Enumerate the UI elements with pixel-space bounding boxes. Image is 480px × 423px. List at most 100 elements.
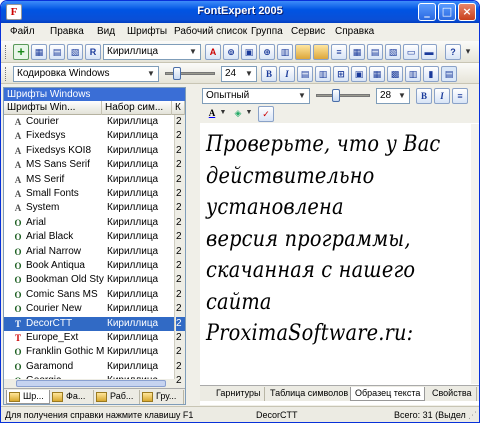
title-bar[interactable]: F FontExpert 2005 _ □ × [1, 1, 479, 23]
chevron-down-icon[interactable]: ▼ [145, 68, 157, 80]
chevron-down-icon[interactable]: ▼ [187, 46, 199, 58]
export-icon[interactable]: ▬ [421, 44, 437, 60]
column-header-charset[interactable]: Набор сим... [102, 101, 172, 115]
menu-service[interactable]: Сервис [291, 26, 325, 37]
cells-icon[interactable]: ▩ [387, 66, 403, 82]
preview-align-icon[interactable]: ≡ [452, 88, 468, 104]
install-icon[interactable]: ▥ [277, 44, 293, 60]
font-name: Book Antiqua [26, 260, 85, 271]
chart-icon[interactable]: ▮ [423, 66, 439, 82]
tab-text-sample[interactable]: Образец текста [350, 387, 426, 401]
font-list-row[interactable]: A MS Sans Serif Кириллица [4, 158, 174, 172]
preview-bold-icon[interactable]: B [416, 88, 432, 104]
grid-icon[interactable]: ▦ [369, 66, 385, 82]
font-info-icon[interactable]: ▣ [241, 44, 257, 60]
sample-style-select[interactable]: Опытный ▼ [202, 88, 310, 104]
minimize-button[interactable]: _ [418, 3, 436, 21]
menu-fonts[interactable]: Шрифты [127, 26, 167, 37]
font-list-row[interactable]: O Comic Sans MS Кириллица [4, 288, 174, 302]
tab-worklist[interactable]: Раб... [94, 390, 140, 404]
toolbar-overflow-icon[interactable]: ▾ [462, 44, 474, 60]
pages-icon[interactable]: ▤ [441, 66, 457, 82]
resize-grip-icon[interactable]: ⋰ [468, 410, 476, 421]
close-button[interactable]: × [458, 3, 476, 21]
italic-icon[interactable]: I [279, 66, 295, 82]
toolbar-grip[interactable] [5, 67, 8, 81]
preview-icon[interactable]: ▤ [49, 44, 65, 60]
pane-splitter[interactable] [187, 87, 199, 405]
list-icon[interactable]: ≡ [331, 44, 347, 60]
maximize-button[interactable]: □ [438, 3, 456, 21]
check-icon[interactable]: ✓ [258, 106, 274, 122]
folder-icon[interactable] [295, 44, 311, 60]
preview-size-slider-track[interactable] [316, 94, 370, 97]
tab-glyphs[interactable]: Гарнитуры [212, 387, 266, 401]
menu-file[interactable]: Файл [10, 26, 35, 37]
font-list-row[interactable]: A Small Fonts Кириллица [4, 187, 174, 201]
character-map-icon[interactable]: ⊚ [223, 44, 239, 60]
details-view-icon[interactable]: ▧ [385, 44, 401, 60]
chevron-down-icon[interactable]: ▼ [218, 106, 228, 122]
chevron-down-icon[interactable]: ▼ [396, 90, 408, 102]
tab-properties[interactable]: Свойства [428, 387, 477, 401]
font-list-row[interactable]: A MS Serif Кириллица [4, 173, 174, 187]
table-view-icon[interactable]: ▤ [367, 44, 383, 60]
size-select[interactable]: 24 ▼ [221, 66, 257, 82]
font-list-row[interactable]: O Arial Кириллица [4, 216, 174, 230]
column-header-extra[interactable]: К [172, 101, 185, 115]
chevron-down-icon[interactable]: ▼ [244, 106, 254, 122]
size-slider-thumb[interactable] [173, 67, 181, 80]
menu-edit[interactable]: Правка [50, 26, 84, 37]
help-icon[interactable]: ? [445, 44, 461, 60]
properties-icon[interactable]: ▦ [31, 44, 47, 60]
zoom-icon[interactable]: ⊞ [333, 66, 349, 82]
font-icon[interactable]: A [205, 44, 221, 60]
chevron-down-icon[interactable]: ▼ [296, 90, 308, 102]
font-list-row[interactable]: O Bookman Old Style Кириллица [4, 273, 174, 287]
font-list-row[interactable]: T DecorCTT Кириллица [4, 316, 174, 331]
chevron-down-icon[interactable]: ▼ [243, 68, 255, 80]
columns-icon[interactable]: ▥ [405, 66, 421, 82]
preview-size-select[interactable]: 28 ▼ [376, 88, 410, 104]
align-left-icon[interactable]: ▤ [297, 66, 313, 82]
font-list-row[interactable]: O Courier New Кириллица [4, 302, 174, 316]
tab-windows-fonts[interactable]: Шр... [6, 390, 50, 404]
menu-worklist[interactable]: Рабочий список [174, 26, 247, 37]
font-list-row[interactable]: O Arial Narrow Кириллица [4, 245, 174, 259]
font-list-row[interactable]: A Fixedsys KOI8 Кириллица [4, 144, 174, 158]
font-list-row[interactable]: A Courier Кириллица [4, 115, 174, 129]
align-center-icon[interactable]: ▥ [315, 66, 331, 82]
encoding-select[interactable]: Кодировка Windows ▼ [13, 66, 159, 82]
charset-icon[interactable]: R [85, 44, 101, 60]
font-list-row[interactable]: O Book Antiqua Кириллица [4, 259, 174, 273]
menu-view[interactable]: Вид [97, 26, 115, 37]
add-icon[interactable]: + [13, 44, 29, 60]
column-header-name[interactable]: Шрифты Win... [4, 101, 102, 115]
font-list-row[interactable]: O Franklin Gothic M...Кириллица [4, 345, 174, 359]
preview-italic-icon[interactable]: I [434, 88, 450, 104]
tab-character-map[interactable]: Таблица символов [266, 387, 354, 401]
find-icon[interactable]: ⊕ [259, 44, 275, 60]
menu-help[interactable]: Справка [335, 26, 374, 37]
font-list-row[interactable]: A Fixedsys Кириллица [4, 129, 174, 143]
charset-select[interactable]: Кириллица ▼ [103, 44, 201, 60]
tab-groups[interactable]: Гру... [140, 390, 184, 404]
print-icon[interactable]: ▭ [403, 44, 419, 60]
grid-view-icon[interactable]: ▦ [349, 44, 365, 60]
font-list-row[interactable]: O Arial Black Кириллица [4, 230, 174, 244]
tab-files[interactable]: Фа... [50, 390, 94, 404]
toolbar-grip[interactable] [5, 45, 8, 59]
folder-open-icon[interactable] [313, 44, 329, 60]
frame-icon[interactable]: ▣ [351, 66, 367, 82]
fonts-tab-icon [9, 392, 20, 402]
font-list-row[interactable]: O Garamond Кириллица [4, 360, 174, 374]
preview-size-slider-thumb[interactable] [332, 89, 340, 102]
view-icon[interactable]: ▧ [67, 44, 83, 60]
horizontal-scrollbar-thumb[interactable] [16, 380, 166, 387]
horizontal-scrollbar[interactable] [4, 379, 185, 388]
bold-icon[interactable]: B [261, 66, 277, 82]
preview-scrollbar[interactable] [471, 124, 479, 384]
font-list-row[interactable]: A System Кириллица [4, 201, 174, 215]
menu-group[interactable]: Группа [251, 26, 283, 37]
font-list-row[interactable]: T Europe_Ext Кириллица [4, 331, 174, 345]
